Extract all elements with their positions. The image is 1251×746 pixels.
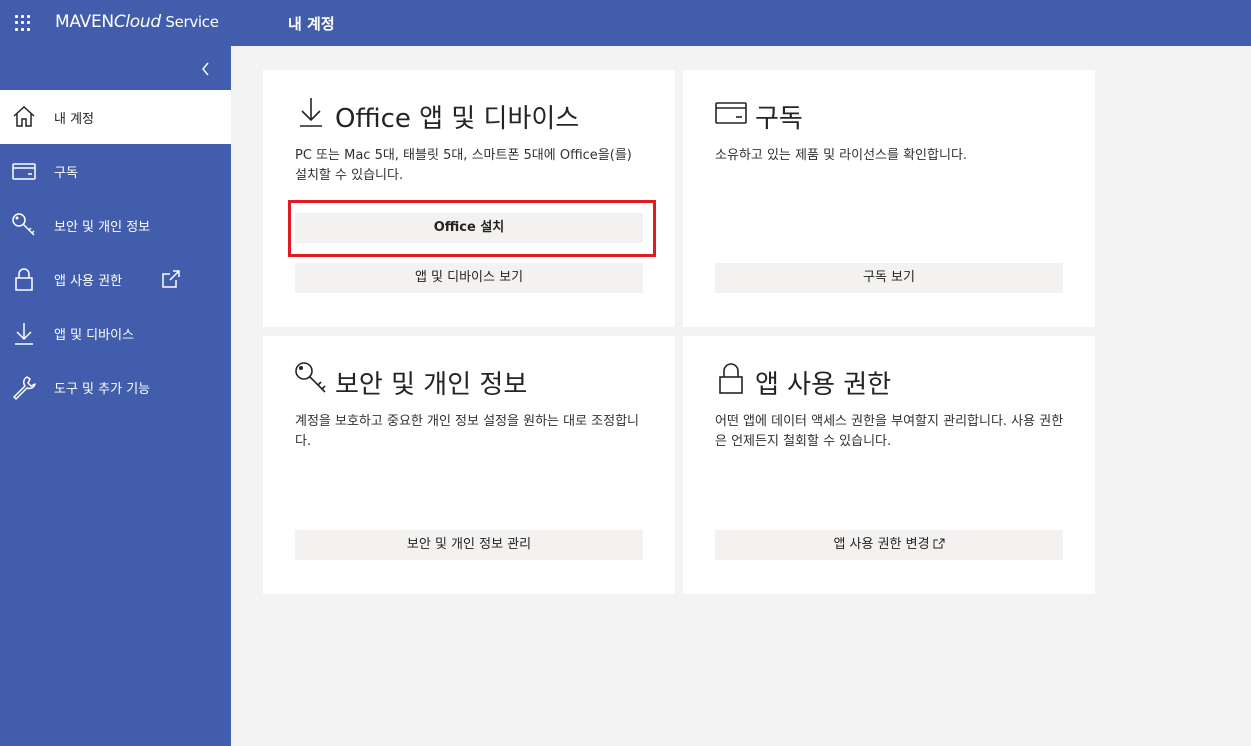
sidebar-item-label: 도구 및 추가 기능	[54, 382, 151, 397]
sidebar-item-label: 앱 사용 권한	[54, 274, 123, 289]
sidebar-item-my-account[interactable]: 내 계정	[0, 90, 231, 144]
card-description: PC 또는 Mac 5대, 태블릿 5대, 스마트폰 5대에 Office을(를…	[295, 148, 632, 183]
brand-service: Service	[160, 13, 219, 31]
lock-icon	[719, 363, 743, 394]
page-title: 내 계정	[288, 15, 335, 33]
sidebar-item-tools-addons[interactable]: 도구 및 추가 기능	[0, 360, 231, 414]
install-office-button[interactable]: Office 설치	[295, 213, 643, 243]
button-label: 앱 사용 권한 변경	[833, 537, 930, 552]
card-icon	[12, 163, 36, 180]
card-icon	[715, 102, 747, 124]
home-icon	[13, 105, 35, 127]
card-title: 구독	[755, 104, 803, 134]
card-description: 계정을 보호하고 중요한 개인 정보 설정을 원하는 대로 조정합니다.	[295, 414, 640, 449]
sidebar-item-label: 보안 및 개인 정보	[54, 220, 151, 235]
view-apps-devices-button[interactable]: 앱 및 디바이스 보기	[295, 263, 643, 293]
sidebar: 내 계정 구독 보안 및 개인 정보 앱 사용 권한 앱 및 디바이스 도구 및…	[0, 46, 231, 746]
top-bar: MAVENCloud Service 내 계정	[0, 0, 1251, 46]
sidebar-item-security[interactable]: 보안 및 개인 정보	[0, 198, 231, 252]
collapse-sidebar-button[interactable]	[196, 59, 216, 79]
view-subscription-button[interactable]: 구독 보기	[715, 263, 1063, 293]
sidebar-item-subscription[interactable]: 구독	[0, 144, 231, 198]
sidebar-item-apps-devices[interactable]: 앱 및 디바이스	[0, 306, 231, 360]
card-description: 어떤 앱에 데이터 액세스 권한을 부여할지 관리합니다. 사용 권한은 언제든…	[715, 414, 1064, 449]
brand-cloud: Cloud	[113, 12, 161, 32]
card-title: Office 앱 및 디바이스	[335, 104, 580, 134]
wrench-icon	[13, 376, 36, 400]
card-title: 앱 사용 권한	[755, 370, 892, 400]
card-office-apps: Office 앱 및 디바이스 PC 또는 Mac 5대, 태블릿 5대, 스마…	[263, 70, 675, 327]
sidebar-item-app-permissions[interactable]: 앱 사용 권한	[0, 252, 231, 306]
sidebar-item-label: 구독	[54, 166, 78, 181]
card-title: 보안 및 개인 정보	[335, 370, 528, 400]
external-link-icon	[162, 270, 180, 288]
brand-logo[interactable]: MAVENCloud Service	[55, 12, 219, 32]
sidebar-item-label: 내 계정	[54, 112, 95, 127]
app-launcher-icon[interactable]	[15, 15, 31, 31]
external-link-icon	[933, 538, 945, 549]
card-subscription: 구독 소유하고 있는 제품 및 라이선스를 확인합니다. 구독 보기	[683, 70, 1095, 327]
key-icon	[295, 362, 326, 393]
change-permissions-button[interactable]: 앱 사용 권한 변경	[715, 530, 1063, 560]
brand-prefix: MAVEN	[55, 12, 114, 32]
lock-icon	[15, 268, 33, 291]
key-icon	[12, 213, 35, 236]
download-icon	[15, 323, 33, 345]
sidebar-item-label: 앱 및 디바이스	[54, 328, 135, 343]
download-icon	[300, 98, 322, 127]
chevron-left-icon	[202, 62, 209, 76]
card-app-permissions: 앱 사용 권한 어떤 앱에 데이터 액세스 권한을 부여할지 관리합니다. 사용…	[683, 336, 1095, 594]
manage-security-button[interactable]: 보안 및 개인 정보 관리	[295, 530, 643, 560]
card-description: 소유하고 있는 제품 및 라이선스를 확인합니다.	[715, 148, 968, 163]
card-security: 보안 및 개인 정보 계정을 보호하고 중요한 개인 정보 설정을 원하는 대로…	[263, 336, 675, 594]
